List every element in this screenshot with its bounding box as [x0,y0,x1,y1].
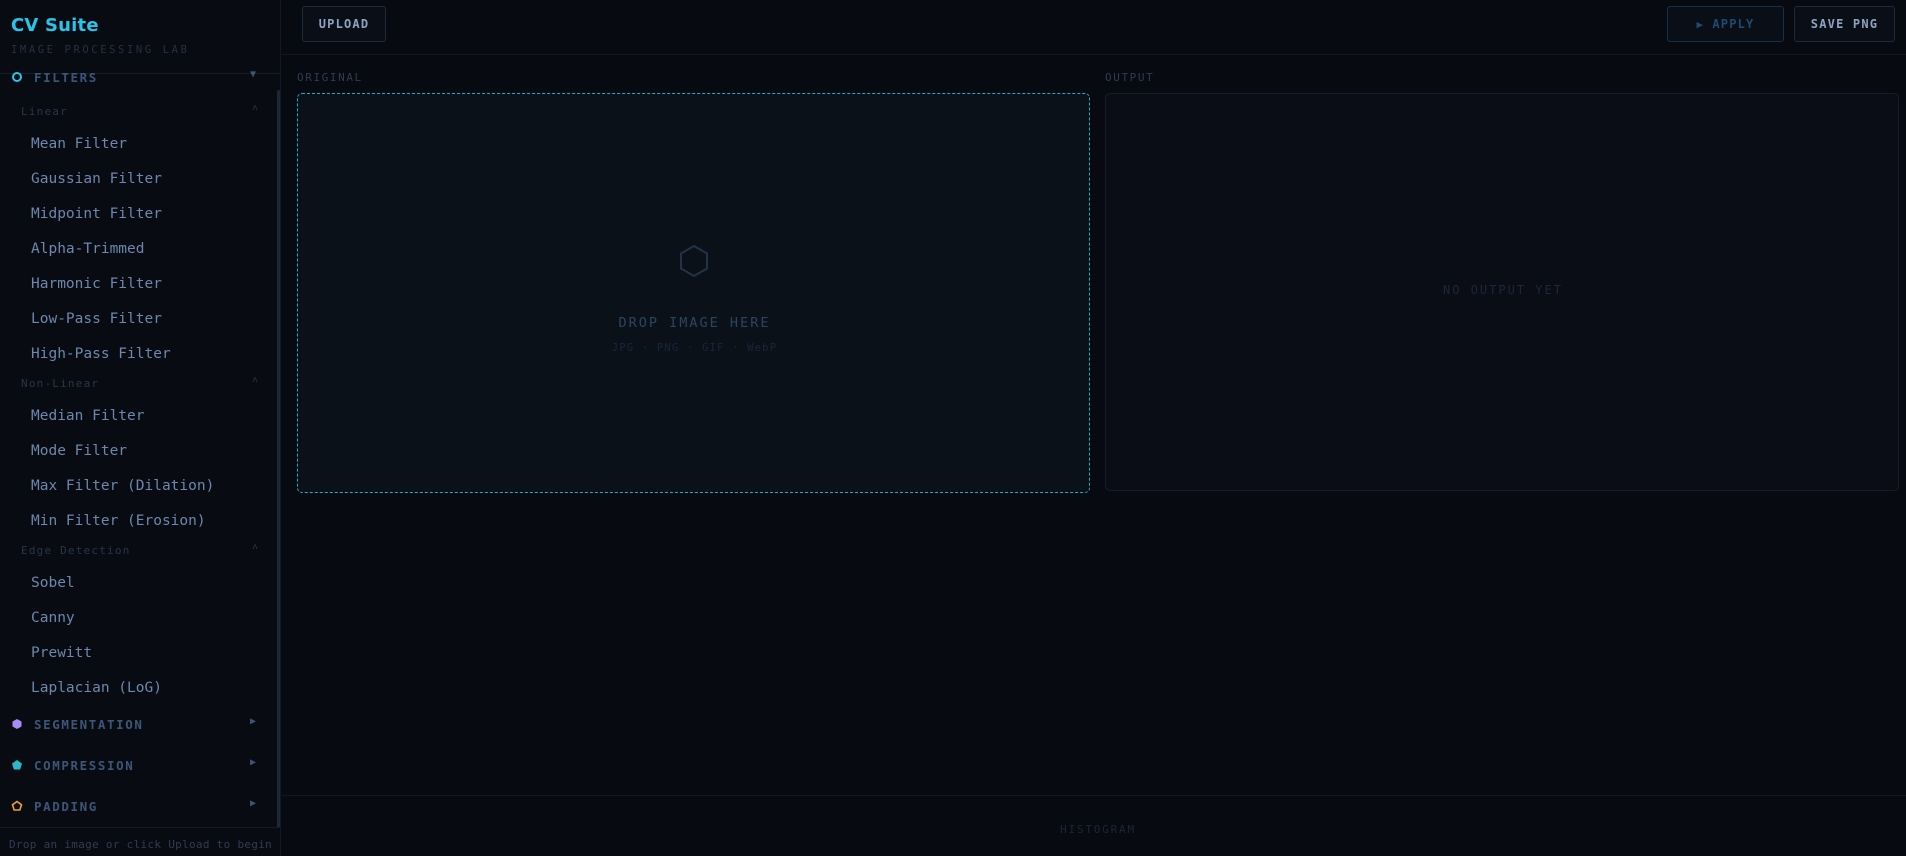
group-edge-detection-header[interactable]: Edge Detection ˄ [21,542,261,560]
filter-item-prewitt[interactable]: Prewitt [21,638,261,668]
section-segmentation-header[interactable]: SEGMENTATION ▶ [0,713,270,737]
filter-item-mode[interactable]: Mode Filter [21,436,261,466]
filter-item-laplacian[interactable]: Laplacian (LoG) [21,673,261,703]
histogram-label: HISTOGRAM [1060,823,1136,836]
section-compression-label: COMPRESSION [34,758,135,773]
caret-up-icon: ˄ [252,103,259,114]
hexagon-icon [12,719,22,729]
save-png-button[interactable]: SAVE PNG [1794,6,1895,42]
sidebar-scrollbar[interactable] [277,90,280,828]
play-icon: ▶ [1696,18,1705,31]
section-padding-label: PADDING [34,799,98,814]
apply-button-label: APPLY [1712,17,1755,31]
chevron-right-icon: ▶ [250,798,257,809]
filter-item-canny[interactable]: Canny [21,603,261,633]
filter-item-max-dilation[interactable]: Max Filter (Dilation) [21,471,261,501]
pentagon-outline-icon [11,800,23,811]
original-pane-label: ORIGINAL [297,71,363,84]
apply-button[interactable]: ▶ APPLY [1667,6,1784,42]
group-linear-header[interactable]: Linear ˄ [21,103,261,121]
image-dropzone[interactable]: DROP IMAGE HERE JPG · PNG · GIF · WebP [297,93,1090,493]
section-filters-label: FILTERS [34,70,98,85]
section-padding-header[interactable]: PADDING ▶ [0,795,270,819]
filter-item-sobel[interactable]: Sobel [21,568,261,598]
histogram-panel: HISTOGRAM [282,795,1906,856]
filter-item-min-erosion[interactable]: Min Filter (Erosion) [21,506,261,536]
group-linear-label: Linear [21,105,68,118]
status-hint: Drop an image or click Upload to begin [9,838,273,851]
app-title: CV Suite [11,15,99,36]
no-output-placeholder: NO OUTPUT YET [1443,283,1563,297]
section-compression-header[interactable]: COMPRESSION ▶ [0,754,270,778]
dropzone-formats: JPG · PNG · GIF · WebP [611,342,778,354]
group-non-linear-label: Non-Linear [21,377,100,390]
caret-up-icon: ˄ [252,542,259,553]
dropzone-title: DROP IMAGE HERE [618,315,771,331]
group-non-linear-header[interactable]: Non-Linear ˄ [21,375,261,393]
section-filters-header[interactable]: FILTERS ▼ [0,66,270,90]
filter-item-alpha-trimmed[interactable]: Alpha-Trimmed [21,234,261,264]
app-subtitle: IMAGE PROCESSING LAB [11,44,190,56]
output-pane: NO OUTPUT YET [1105,93,1899,491]
pentagon-icon [12,760,22,770]
filter-item-mean[interactable]: Mean Filter [21,129,261,159]
filter-item-high-pass[interactable]: High-Pass Filter [21,339,261,369]
filter-item-low-pass[interactable]: Low-Pass Filter [21,304,261,334]
ring-icon [12,72,22,82]
section-segmentation-label: SEGMENTATION [34,717,144,732]
filter-item-midpoint[interactable]: Midpoint Filter [21,199,261,229]
output-pane-label: OUTPUT [1105,71,1155,84]
hexagon-outline-icon [680,244,708,278]
filter-item-median[interactable]: Median Filter [21,401,261,431]
chevron-right-icon: ▶ [250,757,257,768]
filter-item-gaussian[interactable]: Gaussian Filter [21,164,261,194]
sidebar-footer: Drop an image or click Upload to begin [0,827,280,856]
chevron-right-icon: ▶ [250,716,257,727]
caret-up-icon: ˄ [252,375,259,386]
brand-header: CV Suite IMAGE PROCESSING LAB [0,0,280,74]
chevron-down-icon: ▼ [250,69,257,80]
toolbar: UPLOAD ▶ APPLY SAVE PNG [282,0,1906,55]
sidebar: CV Suite IMAGE PROCESSING LAB FILTERS ▼ … [0,0,281,856]
filter-item-harmonic[interactable]: Harmonic Filter [21,269,261,299]
upload-button[interactable]: UPLOAD [302,6,386,42]
group-edge-detection-label: Edge Detection [21,544,131,557]
